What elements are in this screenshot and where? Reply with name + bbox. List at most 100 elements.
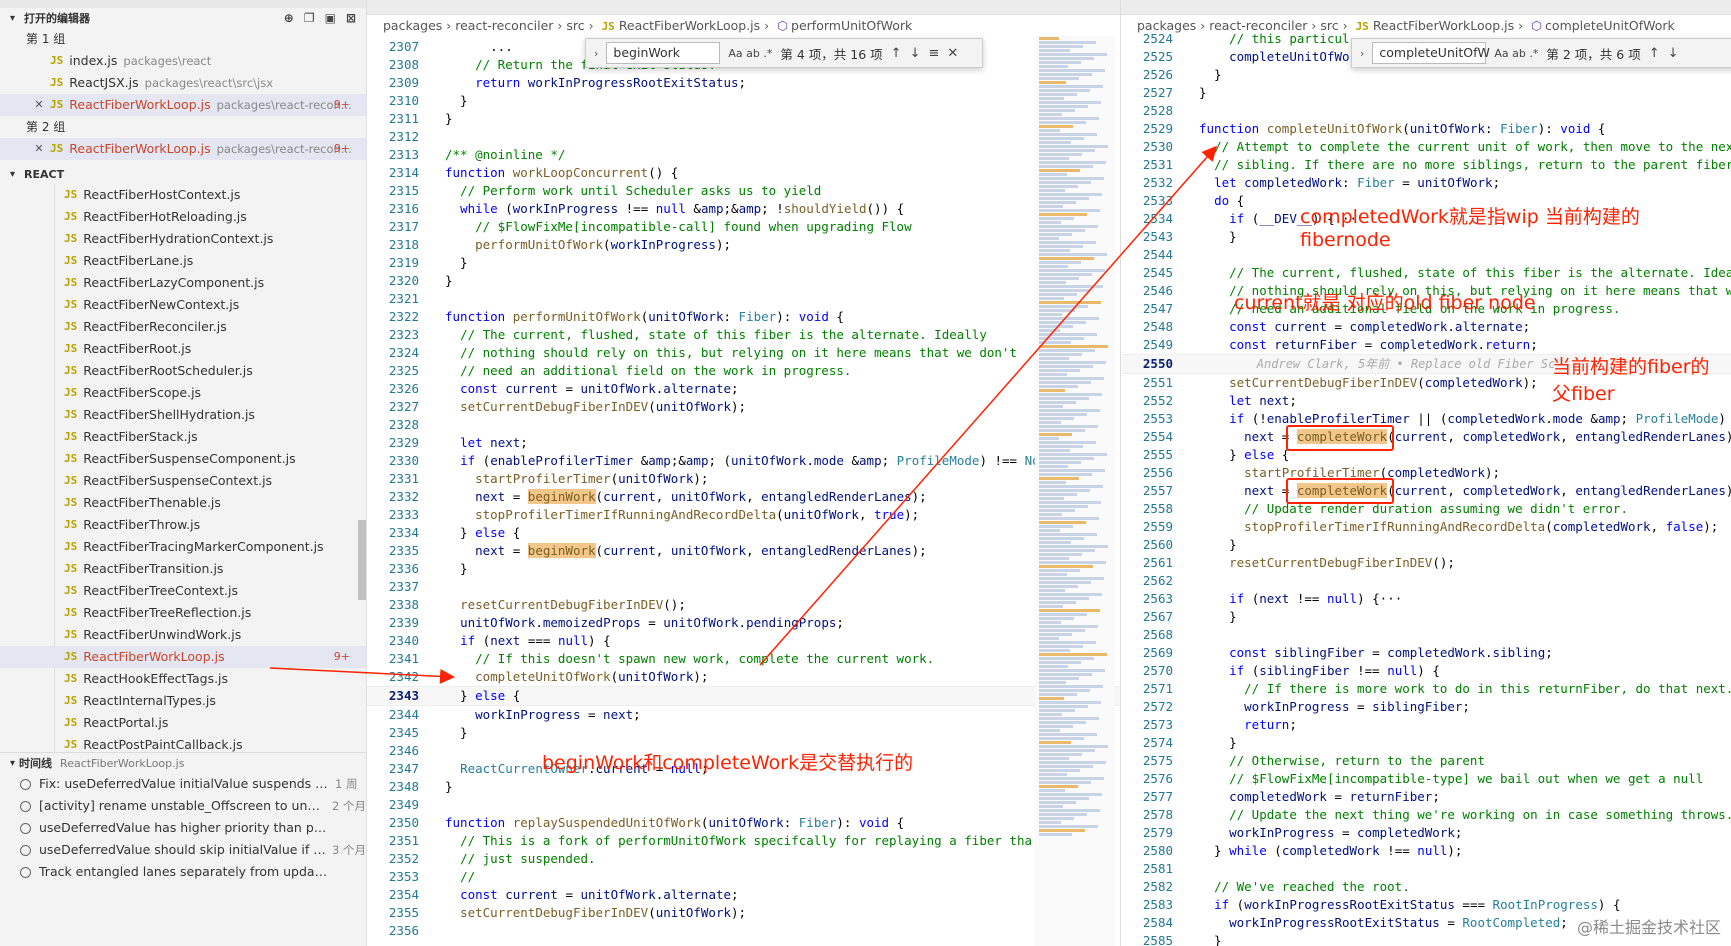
code-line[interactable]: 2556 startProfilerTimer(completedWork); bbox=[1121, 464, 1731, 482]
file-tree-item[interactable]: JS ReactFiberHostContext.js bbox=[0, 184, 366, 206]
code-line[interactable]: 2563 if (next !== null) {··· bbox=[1121, 590, 1731, 608]
file-tree-item[interactable]: JS ReactFiberTreeReflection.js bbox=[0, 602, 366, 624]
code-line[interactable]: 2348} bbox=[367, 778, 1120, 796]
code-line[interactable]: 2581 bbox=[1121, 860, 1731, 878]
file-tree-item[interactable]: JS ReactFiberHydrationContext.js bbox=[0, 228, 366, 250]
code-line[interactable]: 2334 } else { bbox=[367, 524, 1120, 542]
code-line[interactable]: 2579 workInProgress = completedWork; bbox=[1121, 824, 1731, 842]
file-tree-item[interactable]: JS ReactFiberUnwindWork.js bbox=[0, 624, 366, 646]
code-line[interactable]: 2557 next = completeWork(current, comple… bbox=[1121, 482, 1731, 500]
code-line[interactable]: 2543 } bbox=[1121, 228, 1731, 246]
file-tree-item[interactable]: JS ReactFiberSuspenseContext.js bbox=[0, 470, 366, 492]
code-line[interactable]: 2328 bbox=[367, 416, 1120, 434]
code-line[interactable]: 2562 bbox=[1121, 572, 1731, 590]
code-line[interactable]: 2316 while (workInProgress !== null &amp… bbox=[367, 200, 1120, 218]
code-line[interactable]: 2325 // need an additional field on the … bbox=[367, 362, 1120, 380]
close-icon[interactable]: ✕ bbox=[32, 138, 46, 160]
sidebar-scrollbar[interactable] bbox=[358, 520, 366, 600]
code-line[interactable]: 2327 setCurrentDebugFiberInDEV(unitOfWor… bbox=[367, 398, 1120, 416]
code-line[interactable]: 2578 // Update the next thing we're work… bbox=[1121, 806, 1731, 824]
code-line[interactable]: 2317 // $FlowFixMe[incompatible-call] fo… bbox=[367, 218, 1120, 236]
code-line[interactable]: 2352 // just suspended. bbox=[367, 850, 1120, 868]
file-tree-item[interactable]: JS ReactFiberScope.js bbox=[0, 382, 366, 404]
code-line[interactable]: 2309 return workInProgressRootExitStatus… bbox=[367, 74, 1120, 92]
file-tree-item[interactable]: JS ReactHookEffectTags.js bbox=[0, 668, 366, 690]
code-line[interactable]: 2332 next = beginWork(current, unitOfWor… bbox=[367, 488, 1120, 506]
code-line[interactable]: 2576 // $FlowFixMe[incompatible-type] we… bbox=[1121, 770, 1731, 788]
code-line[interactable]: 2312 bbox=[367, 128, 1120, 146]
code-line[interactable]: 2567 } bbox=[1121, 608, 1731, 626]
arrow-down-icon[interactable]: ↓ bbox=[910, 46, 921, 61]
code-line[interactable]: 2559 stopProfilerTimerIfRunningAndRecord… bbox=[1121, 518, 1731, 536]
code-line[interactable]: 2353 // bbox=[367, 868, 1120, 886]
code-line[interactable]: 2351 // This is a fork of performUnitOfW… bbox=[367, 832, 1120, 850]
code-line[interactable]: 2575 // Otherwise, return to the parent bbox=[1121, 752, 1731, 770]
file-tree-item[interactable]: JS ReactFiberRootScheduler.js bbox=[0, 360, 366, 382]
code-line[interactable]: 2310 } bbox=[367, 92, 1120, 110]
file-tree-item[interactable]: JS ReactPortal.js bbox=[0, 712, 366, 734]
timeline-item[interactable]: useDeferredValue has higher priority tha… bbox=[0, 817, 366, 839]
code-line[interactable]: 2356 bbox=[367, 922, 1120, 940]
code-line[interactable]: 2554 next = completeWork(current, comple… bbox=[1121, 428, 1731, 446]
code-line[interactable]: 2561 resetCurrentDebugFiberInDEV(); bbox=[1121, 554, 1731, 572]
code-line[interactable]: 2553 if (!enableProfilerTimer || (comple… bbox=[1121, 410, 1731, 428]
code-line[interactable]: 2311} bbox=[367, 110, 1120, 128]
code-line[interactable]: 2526 } bbox=[1121, 66, 1731, 84]
code-line[interactable]: 2339 unitOfWork.memoizedProps = unitOfWo… bbox=[367, 614, 1120, 632]
code-line[interactable]: 2320} bbox=[367, 272, 1120, 290]
timeline-header[interactable]: ▾ 时间线 ReactFiberWorkLoop.js bbox=[0, 752, 366, 773]
code-line[interactable]: 2570 if (siblingFiber !== null) { bbox=[1121, 662, 1731, 680]
code-line[interactable]: 2548 const current = completedWork.alter… bbox=[1121, 318, 1731, 336]
breadcrumb-src[interactable]: src bbox=[566, 18, 584, 33]
code-line[interactable]: 2573 return; bbox=[1121, 716, 1731, 734]
arrow-down-icon[interactable]: ↓ bbox=[1668, 46, 1679, 61]
code-line[interactable]: 2349 bbox=[367, 796, 1120, 814]
code-line[interactable]: 2531 // sibling. If there are no more si… bbox=[1121, 156, 1731, 174]
open-editor-item[interactable]: JS index.js packages\react bbox=[0, 50, 366, 72]
file-tree-item[interactable]: JS ReactFiberTracingMarkerComponent.js bbox=[0, 536, 366, 558]
file-tree-item[interactable]: JS ReactFiberShellHydration.js bbox=[0, 404, 366, 426]
code-line[interactable]: 2323 // The current, flushed, state of t… bbox=[367, 326, 1120, 344]
timeline-item[interactable]: [activity] rename unstable_Offscreen to … bbox=[0, 795, 366, 817]
code-line[interactable]: 2574 } bbox=[1121, 734, 1731, 752]
code-line[interactable]: 2571 // If there is more work to do in t… bbox=[1121, 680, 1731, 698]
code-line[interactable]: 2331 startProfilerTimer(unitOfWork); bbox=[367, 470, 1120, 488]
selection-icon[interactable]: ≡ bbox=[928, 46, 939, 61]
file-tree-item[interactable]: JS ReactFiberHotReloading.js bbox=[0, 206, 366, 228]
code-line[interactable]: 2324 // nothing should rely on this, but… bbox=[367, 344, 1120, 362]
code-area-right[interactable]: 2524 // this particul 2525 completeUnitOf… bbox=[1121, 30, 1731, 946]
code-line[interactable]: 2315 // Perform work until Scheduler ask… bbox=[367, 182, 1120, 200]
code-line[interactable]: 2345 } bbox=[367, 724, 1120, 742]
chevron-right-icon[interactable]: › bbox=[594, 47, 598, 60]
file-tree-item[interactable]: JS ReactFiberReconciler.js bbox=[0, 316, 366, 338]
arrow-up-icon[interactable]: ↑ bbox=[1649, 46, 1660, 61]
open-editor-item[interactable]: ✕ JS ReactFiberWorkLoop.js packages\react-r… bbox=[0, 138, 366, 160]
timeline-item[interactable]: useDeferredValue should skip initialValu… bbox=[0, 839, 366, 861]
code-line[interactable]: 2343 } else { bbox=[367, 686, 1120, 706]
code-line[interactable]: 2545 // The current, flushed, state of t… bbox=[1121, 264, 1731, 282]
code-line[interactable]: 2558 // Update render duration assuming … bbox=[1121, 500, 1731, 518]
code-line[interactable]: 2335 next = beginWork(current, unitOfWor… bbox=[367, 542, 1120, 560]
breadcrumb-react-reconciler[interactable]: react-reconciler bbox=[455, 18, 553, 33]
close-icon[interactable]: ✕ bbox=[947, 46, 958, 61]
timeline-item[interactable]: Fix: useDeferredValue initialValue suspe… bbox=[0, 773, 366, 795]
breadcrumb-symbol[interactable]: performUnitOfWork bbox=[791, 18, 912, 33]
code-line[interactable]: 2527} bbox=[1121, 84, 1731, 102]
code-line[interactable]: 2313 /** @noinline */ bbox=[367, 146, 1120, 164]
file-tree-item[interactable]: JS ReactFiberNewContext.js bbox=[0, 294, 366, 316]
code-line[interactable]: 2355 setCurrentDebugFiberInDEV(unitOfWor… bbox=[367, 904, 1120, 922]
file-tree-item[interactable]: JS ReactFiberRoot.js bbox=[0, 338, 366, 360]
file-tree-item[interactable]: JS ReactFiberThenable.js bbox=[0, 492, 366, 514]
code-line[interactable]: 2350 function replaySuspendedUnitOfWork(u… bbox=[367, 814, 1120, 832]
file-tree-item[interactable]: JS ReactInternalTypes.js bbox=[0, 690, 366, 712]
open-editor-item[interactable]: ✕ JS ReactFiberWorkLoop.js packages\react-r… bbox=[0, 94, 366, 116]
timeline-item[interactable]: Track entangled lanes separately from up… bbox=[0, 861, 366, 883]
file-tree-item[interactable]: JS ReactFiberStack.js bbox=[0, 426, 366, 448]
code-line[interactable]: 2340 if (next === null) { bbox=[367, 632, 1120, 650]
file-tree-item[interactable]: JS ReactFiberLane.js bbox=[0, 250, 366, 272]
code-line[interactable]: 2544 bbox=[1121, 246, 1731, 264]
find-input[interactable]: beginWork bbox=[606, 42, 721, 64]
code-line[interactable]: 2333 stopProfilerTimerIfRunningAndRecord… bbox=[367, 506, 1120, 524]
code-line[interactable]: 2341 // If this doesn't spawn new work, … bbox=[367, 650, 1120, 668]
code-line[interactable]: 2342 completeUnitOfWork(unitOfWork); bbox=[367, 668, 1120, 686]
